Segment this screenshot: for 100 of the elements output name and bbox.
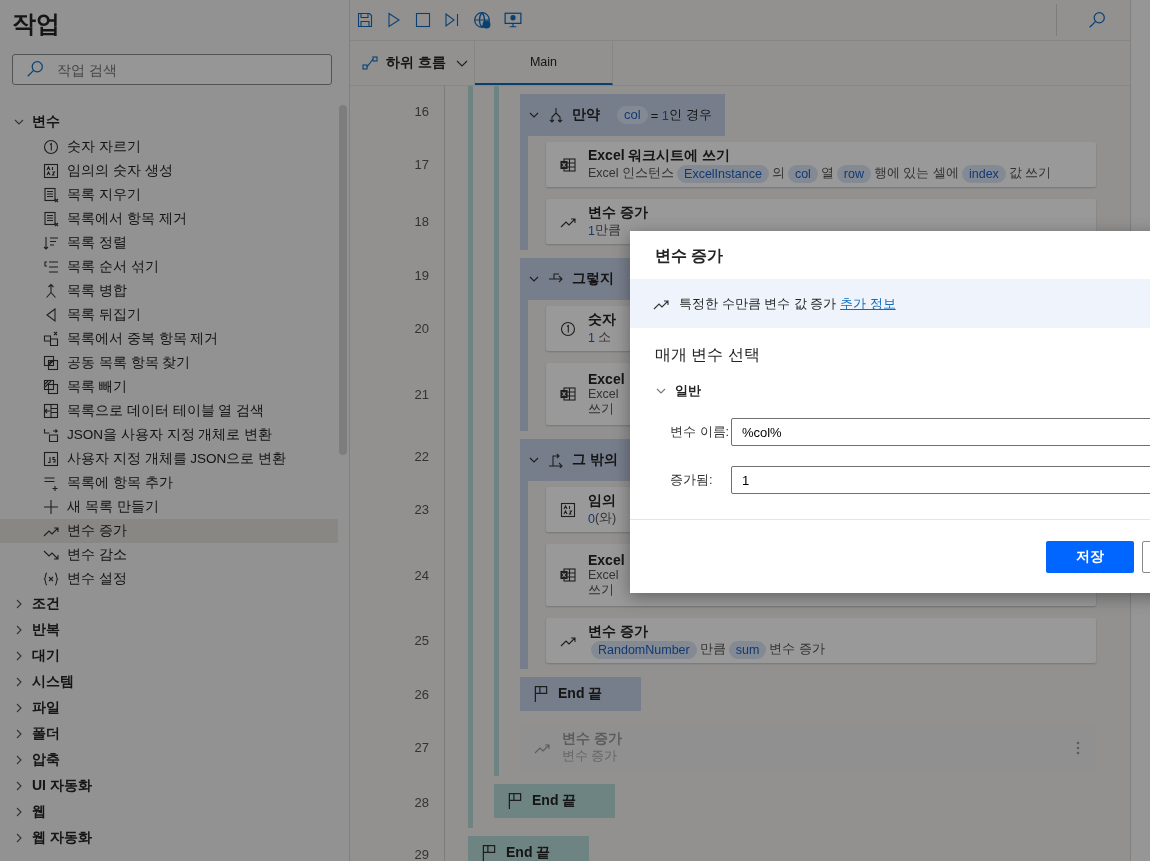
plus-icon xyxy=(43,499,59,515)
monitor-icon xyxy=(504,11,522,29)
action-item[interactable]: 목록 정렬 xyxy=(0,231,338,255)
action-card[interactable]: Excel 워크시트에 쓰기 Excel 인스턴스 ExcelInstance 의 col 열 row 행에 있는 셀에 index 값 쓰기 xyxy=(546,142,1096,187)
search-button[interactable] xyxy=(1088,11,1106,29)
spreadsheet-icon xyxy=(560,386,576,402)
step-button[interactable] xyxy=(444,12,460,28)
variable-chip: RandomNumber xyxy=(591,640,697,659)
flag-icon xyxy=(480,844,498,861)
action-title: 임의 xyxy=(588,492,617,510)
save-button[interactable] xyxy=(357,12,373,28)
action-item[interactable]: 목록 빼기 xyxy=(0,375,338,399)
category-item[interactable]: 폴더 xyxy=(0,721,349,747)
squares-x-icon xyxy=(43,331,59,347)
description-text: 인 경우 xyxy=(669,106,712,124)
action-item[interactable]: 목록 뒤집기 xyxy=(0,303,338,327)
save-button[interactable]: 저장 xyxy=(1046,540,1134,573)
action-item[interactable]: 숫자 자르기 xyxy=(0,135,338,159)
category-item[interactable]: 압축 xyxy=(0,747,349,773)
variable-chip: col xyxy=(787,164,818,183)
field-label: 변수 이름: xyxy=(670,423,731,441)
line-number: 16 xyxy=(414,103,429,119)
end-block[interactable]: End 끝 xyxy=(468,836,589,861)
stop-button[interactable] xyxy=(415,12,431,28)
grid-box-icon xyxy=(560,501,576,518)
web-recorder-button[interactable] xyxy=(473,11,491,29)
search-field[interactable]: 작업 검색 xyxy=(12,54,332,85)
condition-header[interactable]: 만약 col = 1인 경우 xyxy=(520,94,725,136)
braces-icon xyxy=(43,571,59,587)
run-button[interactable] xyxy=(386,12,402,28)
variable-chip: ExcelInstance xyxy=(677,164,769,183)
condition-title: 그렇지 xyxy=(572,270,614,288)
sort-icon xyxy=(43,235,59,251)
line-number: 26 xyxy=(414,686,429,702)
category-item[interactable]: 대기 xyxy=(0,643,349,669)
desktop-recorder-button[interactable] xyxy=(504,11,522,29)
end-block[interactable]: End 끝 xyxy=(494,784,615,818)
step-icon xyxy=(444,12,460,28)
line-number: 19 xyxy=(414,267,429,283)
end-block[interactable]: End 끝 xyxy=(520,677,641,711)
line-number: 29 xyxy=(414,846,429,861)
line-number: 25 xyxy=(414,633,429,648)
category-item[interactable]: UI 자동화 xyxy=(0,773,349,799)
line-number: 20 xyxy=(414,321,429,336)
grid-box-icon xyxy=(43,163,59,179)
number-value: 0 xyxy=(588,511,595,526)
category-item[interactable]: 파일 xyxy=(0,695,349,721)
action-item[interactable]: 목록 순서 섞기 xyxy=(0,255,338,279)
subflows-dropdown[interactable]: 하위 흐름 xyxy=(350,41,475,85)
category-item[interactable]: 반복 xyxy=(0,617,349,643)
action-item[interactable]: 변수 감소 xyxy=(0,543,338,567)
action-title: 변수 증가 xyxy=(588,622,649,641)
subflow-tab[interactable]: Main xyxy=(475,41,613,85)
description-text: Excel xyxy=(588,567,619,582)
action-item[interactable]: 목록 병합 xyxy=(0,279,338,303)
action-title: 숫자 xyxy=(588,311,617,329)
description-text: 의 xyxy=(771,165,785,182)
flag-icon xyxy=(532,685,550,703)
spreadsheet-icon xyxy=(560,156,576,173)
description-text: 쓰기 xyxy=(588,581,614,599)
action-item[interactable]: 공동 목록 항목 찾기 xyxy=(0,351,338,375)
description-text: (와) xyxy=(594,510,617,527)
more-info-link[interactable]: 추가 정보 xyxy=(840,295,896,311)
action-item[interactable]: 목록 지우기 xyxy=(0,183,338,207)
action-item[interactable]: 임의의 숫자 생성 xyxy=(0,159,338,183)
description-text: 값 쓰기 xyxy=(1008,165,1052,182)
line-number: 23 xyxy=(414,502,429,517)
condition-title: 만약 xyxy=(572,106,600,124)
end-label: End 끝 xyxy=(532,792,577,810)
line-number: 18 xyxy=(414,214,429,229)
spreadsheet-icon xyxy=(560,567,576,583)
flow-icon xyxy=(362,55,378,71)
action-item[interactable]: 목록에 항목 추가 xyxy=(0,471,338,495)
squares-arrow-icon xyxy=(43,427,59,443)
text-field[interactable]: %col% xyxy=(730,418,1150,446)
end-label: End 끝 xyxy=(558,685,603,703)
action-card[interactable]: 변수 증가 RandomNumber 만큼 sum 변수 증가 xyxy=(546,618,1096,663)
category-item[interactable]: 조건 xyxy=(0,591,349,617)
action-item[interactable]: 목록에서 중복 항목 제거 xyxy=(0,327,338,351)
branch-right-icon xyxy=(548,452,564,468)
shuffle-list-icon xyxy=(43,259,59,275)
action-title: 변수 증가 xyxy=(588,204,649,222)
text-field[interactable]: 1 xyxy=(730,466,1150,494)
action-item[interactable]: JSON을 사용자 지정 개체로 변환 xyxy=(0,423,338,447)
category-item[interactable]: 웹 xyxy=(0,799,349,825)
action-item[interactable]: 변수 설정 xyxy=(0,567,338,591)
line-number: 22 xyxy=(414,448,429,464)
category-item[interactable]: 시스템 xyxy=(0,669,349,695)
group-toggle[interactable]: 일반 xyxy=(630,378,1150,404)
description-text: 변수 증가 xyxy=(769,641,825,658)
action-item[interactable]: 변수 증가 xyxy=(0,519,338,543)
globe-icon xyxy=(473,11,491,29)
end-label: End 끝 xyxy=(506,844,551,861)
number-value: 1 xyxy=(588,330,595,345)
action-item[interactable]: 목록으로 데이터 테이블 열 검색 xyxy=(0,399,338,423)
action-item[interactable]: 새 목록 만들기 xyxy=(0,495,338,519)
action-item[interactable]: 목록에서 항목 제거 xyxy=(0,207,338,231)
action-item[interactable]: 사용자 지정 개체를 JSON으로 변환 xyxy=(0,447,338,471)
variable-chip: row xyxy=(836,164,871,183)
category-item[interactable]: 웹 자동화 xyxy=(0,825,349,851)
